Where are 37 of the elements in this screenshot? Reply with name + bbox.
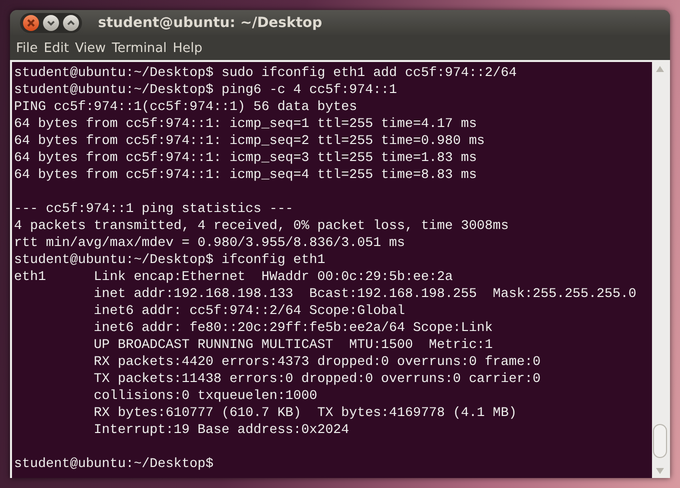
terminal-line: Interrupt:19 Base address:0x2024 xyxy=(92,421,350,438)
terminal-line: TX packets:11438 errors:0 dropped:0 overruns:0 carrier:0 xyxy=(92,370,542,387)
close-button[interactable] xyxy=(23,15,39,31)
terminal-line: student@ubuntu:~/Desktop$ ping6 -c 4 cc5f:974::1 xyxy=(14,81,398,98)
menu-item[interactable]: Terminal xyxy=(108,40,170,56)
close-icon xyxy=(26,18,36,28)
terminal-line: 4 packets transmitted, 4 received, 0% packet loss, time 3008ms xyxy=(14,217,510,234)
minimize-button[interactable] xyxy=(43,15,59,31)
chevron-up-icon xyxy=(66,18,76,28)
menu-item[interactable]: File xyxy=(13,40,41,56)
scroll-up-icon[interactable] xyxy=(656,66,664,72)
chevron-down-icon xyxy=(46,18,56,28)
menu-item[interactable]: Help xyxy=(170,40,206,56)
terminal-line: RX bytes:610777 (610.7 KB) TX bytes:4169778 (4.1 MB) xyxy=(92,404,518,421)
terminal-line: inet6 addr: fe80::20c:29ff:fe5b:ee2a/64 Scope:Link xyxy=(92,319,494,336)
terminal-line: UP BROADCAST RUNNING MULTICAST MTU:1500 Metric:1 xyxy=(92,336,494,353)
terminal-line: eth1 Link encap:Ethernet HWaddr 00:0c:29:5b:ee:2a xyxy=(14,268,454,285)
scroll-down-icon[interactable] xyxy=(656,468,664,474)
maximize-button[interactable] xyxy=(63,15,79,31)
menu-item[interactable]: Edit xyxy=(40,40,72,56)
terminal-line: inet addr:192.168.198.133 Bcast:192.168.198.255 Mask:255.255.255.0 xyxy=(92,285,638,302)
terminal-line: 64 bytes from cc5f:974::1: icmp_seq=2 ttl=255 time=0.980 ms xyxy=(14,132,486,149)
terminal-line: student@ubuntu:~/Desktop$ ifconfig eth1 xyxy=(14,251,326,268)
terminal-line: inet6 addr: cc5f:974::2/64 Scope:Global xyxy=(92,302,406,319)
terminal-line: PING cc5f:974::1(cc5f:974::1) 56 data bytes xyxy=(14,98,358,115)
terminal-line: RX packets:4420 errors:4373 dropped:0 overruns:0 frame:0 xyxy=(92,353,542,370)
terminal-line: collisions:0 txqueuelen:1000 xyxy=(92,387,318,404)
terminal-line: --- cc5f:974::1 ping statistics --- xyxy=(14,200,294,217)
terminal-line: 64 bytes from cc5f:974::1: icmp_seq=1 ttl=255 time=4.17 ms xyxy=(14,115,478,132)
terminal-line: 64 bytes from cc5f:974::1: icmp_seq=4 ttl=255 time=8.83 ms xyxy=(14,166,478,183)
terminal-line: rtt min/avg/max/mdev = 0.980/3.955/8.836/3.051 ms xyxy=(14,234,406,251)
terminal-line: 64 bytes from cc5f:974::1: icmp_seq=3 ttl=255 time=1.83 ms xyxy=(14,149,478,166)
scrollbar-thumb[interactable] xyxy=(653,424,667,458)
menu-item[interactable]: View xyxy=(72,40,109,56)
window-title: student@ubuntu: ~/Desktop xyxy=(98,15,322,31)
terminal-line: student@ubuntu:~/Desktop$ xyxy=(14,455,214,472)
terminal-line: student@ubuntu:~/Desktop$ sudo ifconfig eth1 add cc5f:974::2/64 xyxy=(14,64,518,81)
